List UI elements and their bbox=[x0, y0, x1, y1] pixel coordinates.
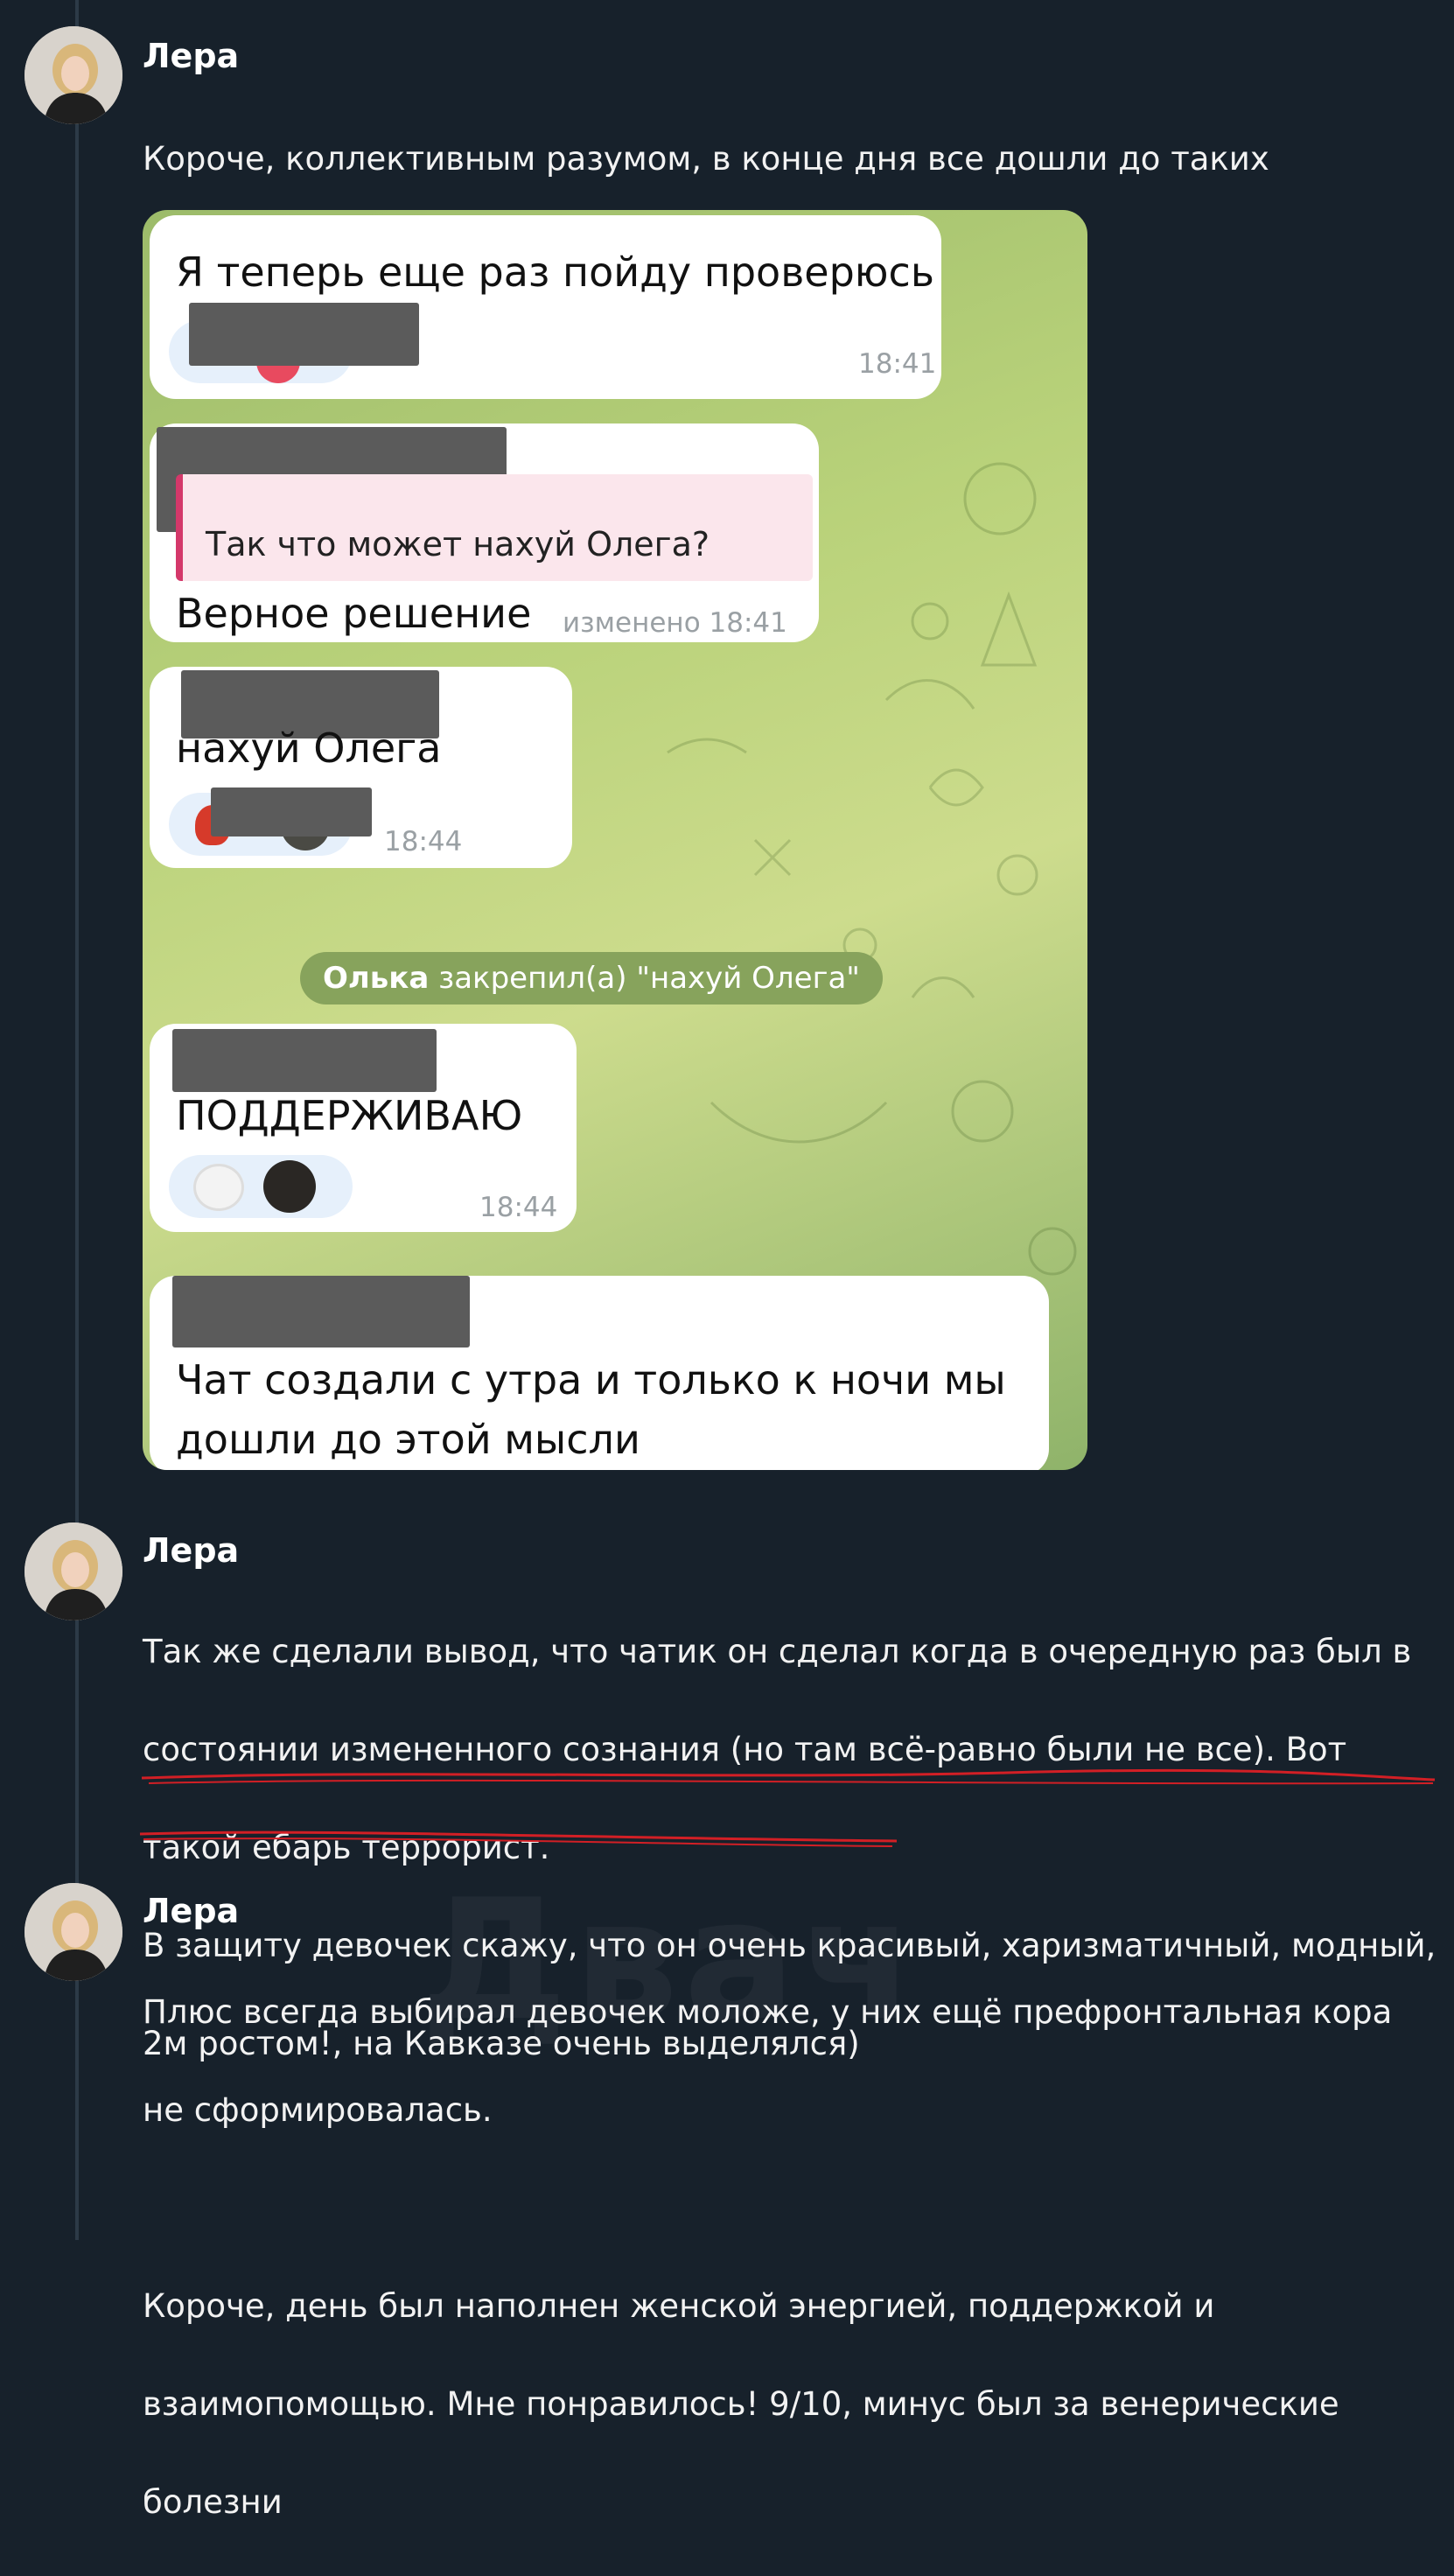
author-name[interactable]: Лера bbox=[143, 1892, 239, 1930]
message-line: взаимопомощью. Мне понравилось! 9/10, ми… bbox=[143, 2385, 1339, 2423]
redacted-block bbox=[172, 1029, 437, 1092]
white-heart-icon bbox=[193, 1164, 244, 1211]
message-line: Так же сделали вывод, что чатик он сдела… bbox=[143, 1633, 1412, 1670]
avatar[interactable] bbox=[24, 1522, 122, 1620]
avatar[interactable] bbox=[24, 1883, 122, 1981]
bubble-text: нахуй Олега bbox=[176, 724, 442, 772]
message-time: 18:41 bbox=[858, 348, 937, 380]
author-name[interactable]: Лера bbox=[143, 1531, 239, 1570]
bubble-text: ПОДДЕРЖИВАЮ bbox=[176, 1092, 523, 1139]
quote-text: Так что может нахуй Олега? bbox=[206, 525, 710, 564]
pinned-service-message[interactable]: Олька закрепил(а) "нахуй Олега" bbox=[300, 952, 883, 1004]
message-time: изменено 18:41 bbox=[563, 607, 787, 639]
message-line: Короче, коллективным разумом, в конце дн… bbox=[143, 140, 1269, 178]
redacted-block bbox=[172, 1276, 470, 1348]
red-underline-annotation bbox=[139, 1768, 1436, 1847]
author-name[interactable]: Лера bbox=[143, 37, 239, 75]
redacted-block bbox=[189, 303, 419, 366]
bubble-text: Верное решение bbox=[176, 590, 532, 637]
reply-quote[interactable]: Так что может нахуй Олега? bbox=[176, 474, 813, 581]
bubble-text: Я теперь еще раз пойду проверюсь bbox=[176, 248, 934, 296]
message-line: Короче, день был наполнен женской энерги… bbox=[143, 2287, 1215, 2325]
chat-bubble: нахуй Олега 18:44 bbox=[150, 667, 572, 868]
message-line: болезни bbox=[143, 2483, 283, 2521]
chat-bubble: ПОДДЕРЖИВАЮ 18:44 bbox=[150, 1024, 577, 1232]
avatar[interactable] bbox=[24, 26, 122, 124]
message-time: 18:44 bbox=[479, 1192, 558, 1223]
message-time: 18:44 bbox=[384, 826, 463, 858]
message-line: не сформировалась. bbox=[143, 2091, 493, 2129]
user-avatar-icon bbox=[263, 1160, 316, 1213]
chat-screenshot-image[interactable]: Я теперь еще раз пойду проверюсь 18:41 Т… bbox=[143, 210, 1087, 1470]
redacted-block bbox=[211, 788, 372, 836]
chat-bubble: Так что может нахуй Олега? Верное решени… bbox=[150, 424, 819, 642]
bubble-text: Чат создали с утра и только к ночи мы bbox=[176, 1356, 1006, 1404]
chat-bubble: Я теперь еще раз пойду проверюсь 18:41 bbox=[150, 215, 941, 399]
message-line: Плюс всегда выбирал девочек моложе, у ни… bbox=[143, 1993, 1393, 2031]
service-action: закрепил(а) "нахуй Олега" bbox=[438, 961, 860, 996]
reactions bbox=[169, 1155, 353, 1218]
chat-bubble: Чат создали с утра и только к ночи мы до… bbox=[150, 1276, 1049, 1470]
message-text: Плюс всегда выбирал девочек моложе, у ни… bbox=[143, 1939, 1429, 2576]
bubble-text: дошли до этой мысли bbox=[176, 1416, 640, 1463]
message-line bbox=[143, 2184, 1429, 2233]
service-author: Олька bbox=[323, 961, 430, 996]
